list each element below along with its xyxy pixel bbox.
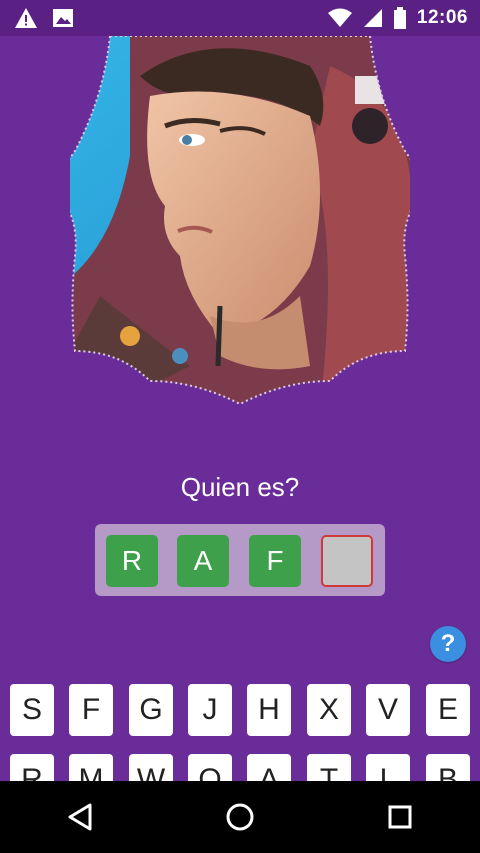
back-icon (68, 803, 92, 831)
letter-key[interactable]: V (366, 684, 410, 736)
answer-slot-empty[interactable] (321, 535, 373, 587)
letter-key[interactable]: E (426, 684, 470, 736)
letter-key[interactable]: A (247, 754, 291, 782)
status-bar: 12:06 (0, 0, 480, 36)
letter-key[interactable]: R (10, 754, 54, 782)
answer-slot[interactable]: F (249, 535, 301, 587)
home-button[interactable] (210, 787, 270, 847)
recents-button[interactable] (370, 787, 430, 847)
recents-icon (388, 805, 412, 829)
navigation-bar (0, 781, 480, 853)
letter-key[interactable]: H (247, 684, 291, 736)
wifi-icon (327, 8, 353, 28)
status-right: 12:06 (327, 7, 480, 29)
letter-key[interactable]: O (188, 754, 232, 782)
battery-icon (393, 7, 407, 29)
letter-key[interactable]: B (426, 754, 470, 782)
letter-key[interactable]: S (10, 684, 54, 736)
signal-icon (363, 8, 383, 28)
letter-key[interactable]: J (188, 684, 232, 736)
letter-key[interactable]: W (129, 754, 173, 782)
letter-key[interactable]: L (366, 754, 410, 782)
question-text: Quien es? (180, 472, 300, 502)
home-icon (226, 803, 254, 831)
letter-key[interactable]: T (307, 754, 351, 782)
letter-key[interactable]: F (69, 684, 113, 736)
status-left (0, 7, 74, 29)
answer-panel: R A F (95, 524, 385, 596)
back-button[interactable] (50, 787, 110, 847)
answer-slot[interactable]: R (106, 535, 158, 587)
letter-keyboard: S F G J H X V E R M W O A T L B (0, 682, 480, 782)
help-button[interactable]: ? (430, 626, 466, 662)
letter-key[interactable]: X (307, 684, 351, 736)
warning-icon (14, 7, 38, 29)
answer-slot[interactable]: A (177, 535, 229, 587)
letter-key[interactable]: M (69, 754, 113, 782)
status-time: 12:06 (416, 7, 468, 28)
image-icon (52, 8, 74, 28)
character-portrait (48, 35, 432, 406)
letter-key[interactable]: G (129, 684, 173, 736)
